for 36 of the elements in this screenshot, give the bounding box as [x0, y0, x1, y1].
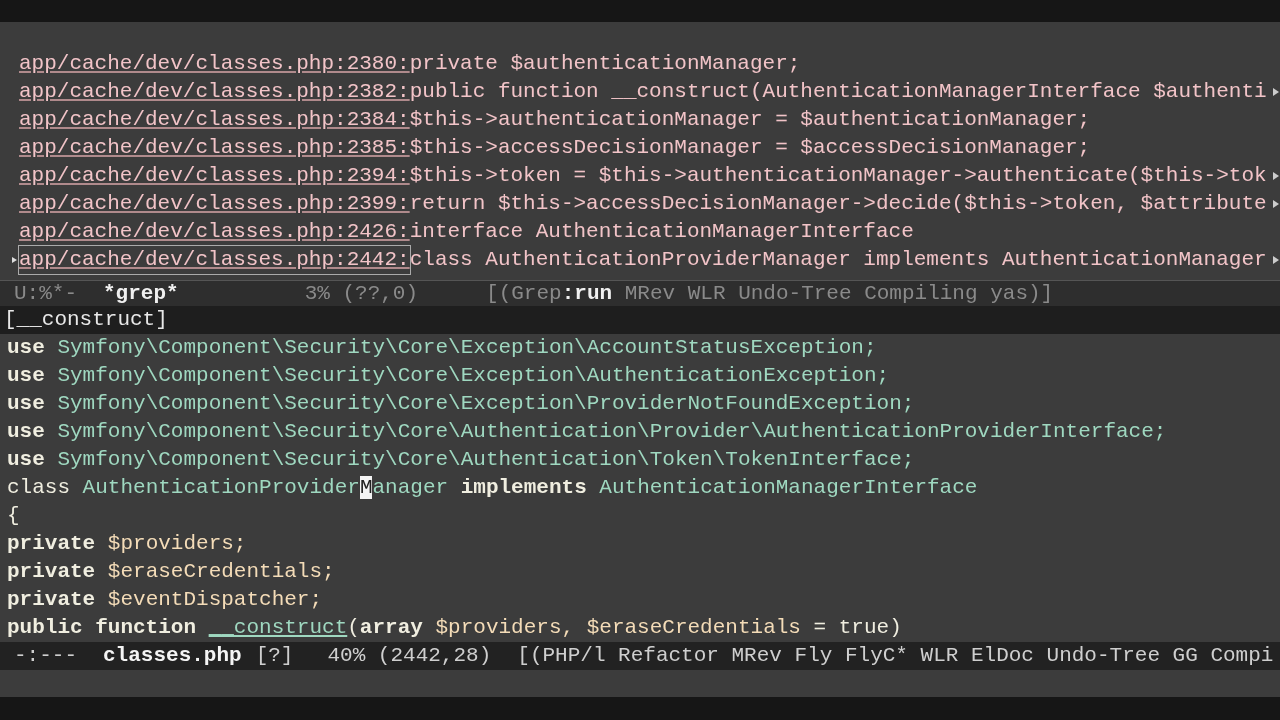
code-line: use Symfony\Component\Security\Core\Authentication\Provider\AuthenticationProviderInterface;	[7, 419, 1168, 445]
code-line: use Symfony\Component\Security\Core\Authentication\Token\TokenInterface;	[7, 447, 916, 473]
code-line: private $eraseCredentials;	[7, 559, 336, 585]
buffer-name: *grep*	[103, 281, 179, 306]
grep-location-link[interactable]: app/cache/dev/classes.php:2380:	[19, 50, 410, 78]
code-line: use Symfony\Component\Security\Core\Exception\ProviderNotFoundException;	[7, 391, 916, 417]
grep-location-link[interactable]: app/cache/dev/classes.php:2385:	[19, 134, 410, 162]
grep-location-link[interactable]: app/cache/dev/classes.php:2382:	[19, 78, 410, 106]
grep-location-link[interactable]: app/cache/dev/classes.php:2399:	[19, 190, 410, 218]
mode-status: -:---	[14, 643, 77, 669]
buffer-state-text: [?]	[255, 643, 294, 669]
grep-location-link[interactable]: app/cache/dev/classes.php:2394:	[19, 162, 410, 190]
code-line: use Symfony\Component\Security\Core\Exception\AuthenticationException;	[7, 363, 891, 389]
code-line: private $eventDispatcher;	[7, 587, 324, 613]
mode-list: [(Grep:run MRev WLR Undo-Tree Compiling yas)]	[486, 281, 1054, 306]
grep-match-text: $this->authenticationManager = $authenticationManager;	[409, 107, 1091, 133]
grep-location-link[interactable]: app/cache/dev/classes.php:2384:	[19, 106, 410, 134]
grep-match-text: class AuthenticationProviderManager implements AuthenticationManager	[409, 247, 1267, 273]
cursor-position: 40% (2442,28)	[327, 643, 492, 669]
grep-match-text: interface AuthenticationManagerInterface	[409, 219, 914, 245]
code-line: class AuthenticationProviderManager implements AuthenticationManagerInterface	[7, 475, 979, 501]
cursor-position: 3% (??,0)	[304, 281, 419, 306]
code-line: use Symfony\Component\Security\Core\Exception\AccountStatusException;	[7, 335, 878, 361]
code-line: private $providers;	[7, 531, 248, 557]
grep-location-link[interactable]: app/cache/dev/classes.php:2442:	[19, 246, 410, 274]
mode-status: U:%*-	[14, 281, 77, 306]
grep-location-link[interactable]: app/cache/dev/classes.php:2426:	[19, 218, 410, 246]
mode-list: [(PHP/l Refactor MRev Fly FlyC* WLR ElDoc Undo-Tree GG Compi	[517, 642, 1274, 670]
grep-match-text: private $authenticationManager;	[409, 51, 801, 77]
grep-match-text: return $this->accessDecisionManager->decide($this->token, $attribute	[409, 191, 1267, 217]
code-line: {	[7, 503, 21, 529]
grep-match-text: public function __construct(AuthenticationManagerInterface $authenti	[409, 79, 1267, 105]
grep-match-text: $this->accessDecisionManager = $accessDecisionManager;	[409, 135, 1091, 161]
code-line: public function __construct(array $providers, $eraseCredentials = true)	[7, 615, 903, 641]
buffer-name: classes.php	[103, 643, 242, 669]
grep-match-text: $this->token = $this->authenticationManager->authenticate($this->tok	[409, 163, 1267, 189]
